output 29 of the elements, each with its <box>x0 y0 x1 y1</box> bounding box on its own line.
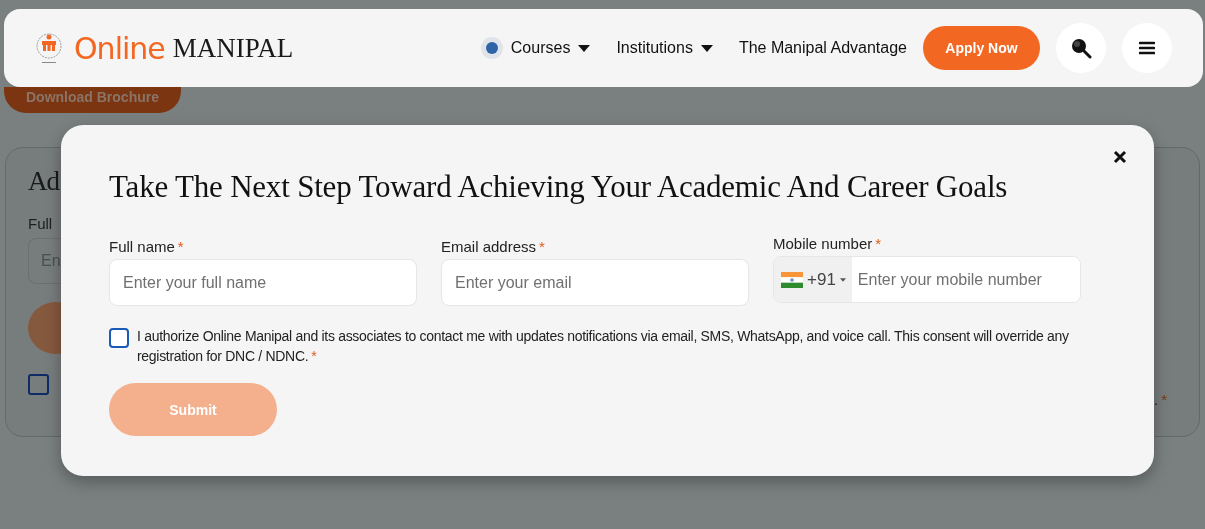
consent-text: . * <box>1154 391 1167 408</box>
caret-icon <box>700 44 713 52</box>
menu-icon <box>1139 41 1155 55</box>
menu-button[interactable] <box>1122 23 1172 73</box>
field-label: Full <box>28 215 53 232</box>
emblem-icon <box>34 31 64 65</box>
field-label: Email address * <box>441 238 546 255</box>
country-code-select[interactable]: +91 <box>774 257 852 302</box>
logo-text: MANIPAL <box>172 32 294 64</box>
caret-icon <box>839 277 846 282</box>
checkbox[interactable] <box>109 328 129 348</box>
logo-text: Online <box>74 30 165 66</box>
field-label: Mobile number * <box>773 235 883 252</box>
nav-dropdown[interactable]: Institutions <box>616 39 713 57</box>
input-field[interactable]: Enter your full name <box>109 259 417 306</box>
input-field[interactable]: Enter your email <box>441 259 749 306</box>
field-label: Full name * <box>109 238 185 255</box>
phone-field[interactable]: +91 Enter your mobile number <box>773 256 1081 303</box>
close-icon <box>1113 150 1127 164</box>
search-button[interactable] <box>1056 23 1106 73</box>
card-heading: Ad <box>28 166 59 197</box>
nav-link[interactable]: The Manipal Advantage <box>738 39 907 57</box>
flag-icon <box>781 271 803 288</box>
nav-dropdown[interactable]: Courses <box>480 37 591 59</box>
checkbox[interactable] <box>28 374 49 395</box>
dialog-title: Take The Next Step Toward Achieving Your Academic And Career Goals <box>109 169 1009 205</box>
consent-text: I authorize Online Manipal and its associates to contact me with updates notifications via email, SMS, WhatsApp, and voice call. This consent will override any registration for DNC / NDNC. * <box>137 327 1070 366</box>
caret-icon <box>578 44 591 52</box>
search-icon <box>1070 37 1092 59</box>
